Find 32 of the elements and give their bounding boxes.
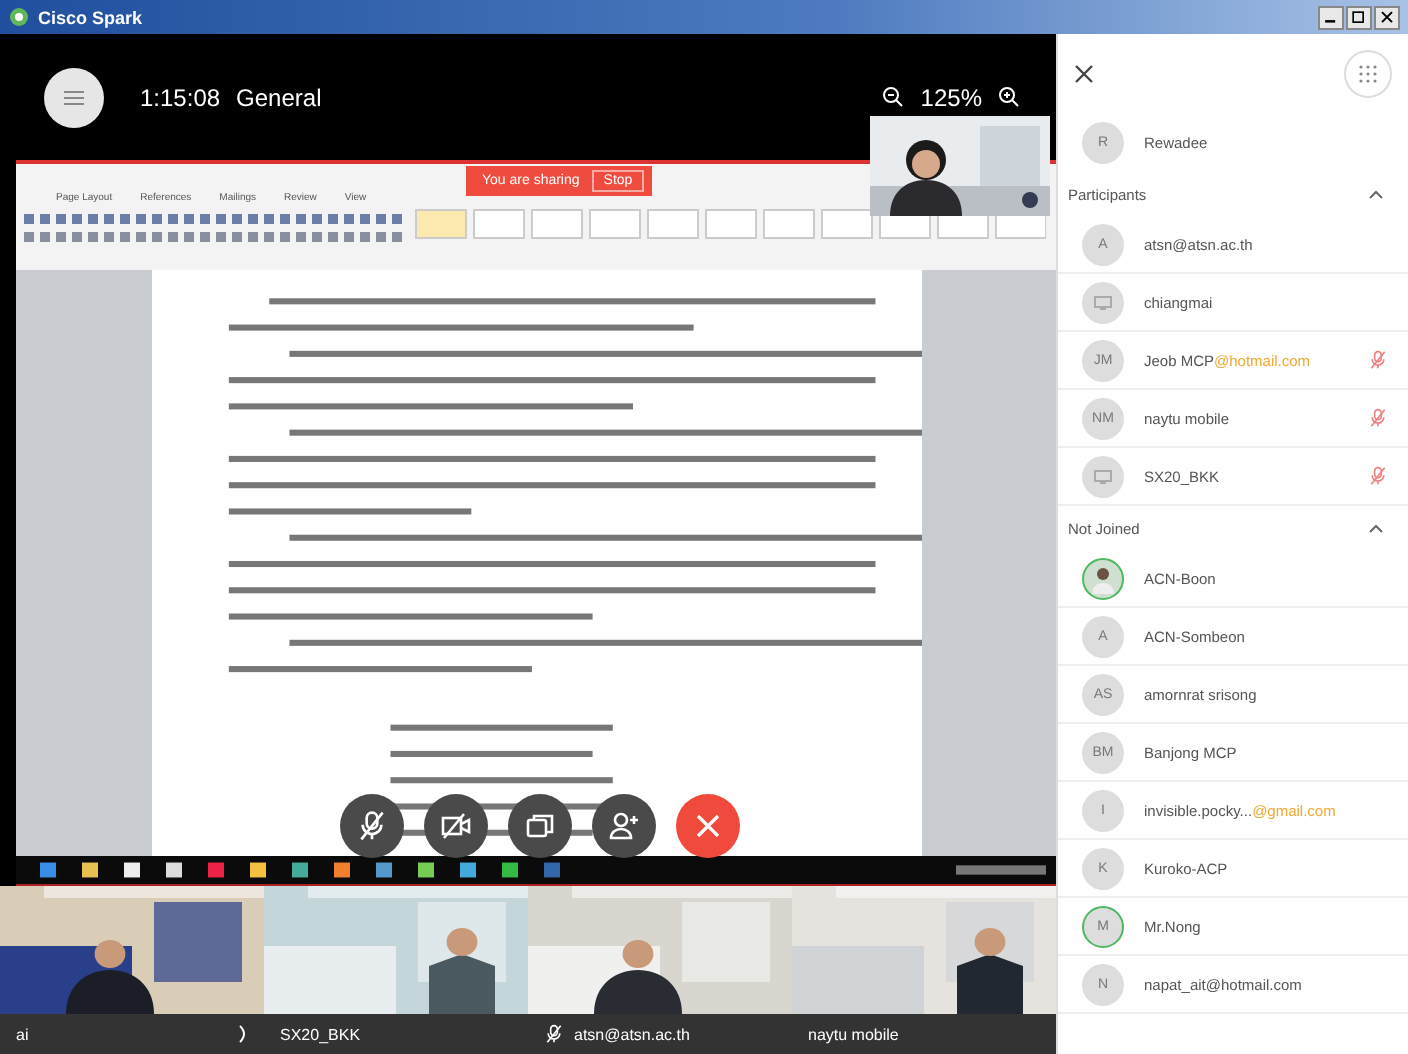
mic-off-icon — [544, 1024, 564, 1044]
participant-name: atsn@atsn.ac.th — [574, 1025, 690, 1043]
call-duration: 1:15:08 — [140, 83, 221, 111]
menu-icon — [64, 89, 84, 105]
close-button[interactable] — [1374, 5, 1400, 29]
maximize-button[interactable] — [1346, 5, 1372, 29]
zoom-in-button[interactable] — [998, 86, 1020, 108]
monitor-icon — [1094, 295, 1112, 309]
mic-off-icon — [1368, 350, 1388, 370]
add-person-icon — [608, 810, 640, 842]
minimize-button[interactable] — [1318, 5, 1344, 29]
share-screen-icon — [524, 810, 556, 842]
window-title: Cisco Spark — [38, 7, 143, 27]
chevron-icon[interactable] — [1368, 189, 1384, 199]
chevron-icon[interactable] — [1368, 523, 1384, 533]
participant-name: ai — [16, 1025, 29, 1043]
mic-off-icon — [1368, 466, 1388, 486]
close-button[interactable] — [1074, 64, 1094, 84]
camera-off-icon — [440, 810, 472, 842]
speaking-icon — [238, 1024, 248, 1044]
menu-button[interactable] — [44, 67, 104, 127]
zoom-level: 125% — [920, 83, 982, 111]
zoom-out-button[interactable] — [882, 86, 905, 108]
monitor-icon — [1094, 469, 1112, 483]
participant-name: SX20_BKK — [280, 1025, 361, 1043]
space-name: General — [236, 83, 322, 111]
mic-off-icon — [1368, 408, 1388, 428]
close-icon — [694, 812, 722, 840]
dialpad-icon — [1358, 64, 1378, 84]
mic-off-icon — [356, 810, 388, 842]
app-logo-icon — [8, 6, 30, 28]
participant-name: naytu mobile — [808, 1025, 899, 1043]
